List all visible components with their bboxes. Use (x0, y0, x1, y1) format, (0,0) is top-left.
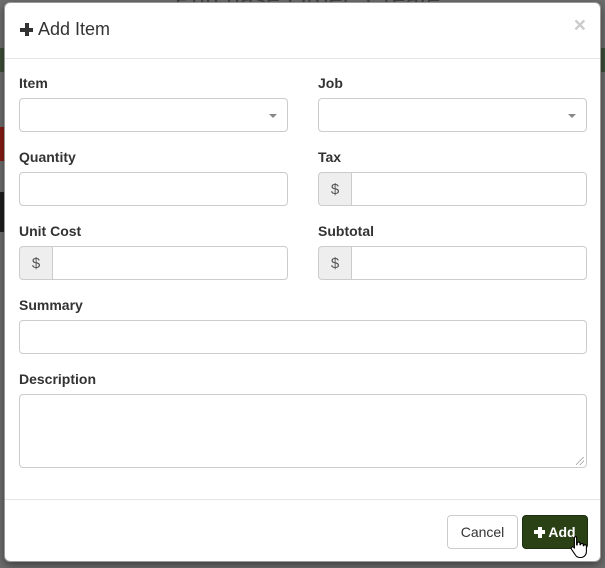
unit-cost-input-group: $ (19, 246, 288, 280)
modal-title-text: Add Item (38, 19, 111, 39)
subtotal-input-group: $ (318, 246, 587, 280)
subtotal-label: Subtotal (318, 223, 374, 239)
description-label: Description (19, 371, 97, 387)
hand-pointer-icon (570, 535, 587, 559)
job-label: Job (318, 75, 343, 91)
tax-input-group: $ (318, 172, 587, 206)
unit-cost-label: Unit Cost (19, 223, 82, 239)
subtotal-input[interactable] (351, 246, 587, 280)
resize-handle[interactable] (576, 457, 584, 465)
description-textarea[interactable] (19, 394, 587, 468)
item-select[interactable] (19, 98, 288, 132)
add-item-modal: Add Item × Item Job Quantity Tax $ Unit … (4, 2, 601, 562)
modal-header: Add Item × (5, 3, 600, 59)
cancel-button[interactable]: Cancel (447, 515, 518, 549)
modal-footer: Cancel Add (5, 499, 600, 562)
tax-input[interactable] (351, 172, 587, 206)
chevron-down-icon (568, 114, 576, 118)
close-icon[interactable]: × (574, 15, 586, 36)
item-label: Item (19, 75, 48, 91)
job-select[interactable] (318, 98, 587, 132)
plus-icon (534, 526, 546, 538)
chevron-down-icon (269, 114, 277, 118)
modal-title: Add Item (20, 19, 110, 40)
summary-input[interactable] (19, 320, 587, 354)
unit-cost-input[interactable] (52, 246, 288, 280)
dollar-addon: $ (19, 246, 52, 280)
tax-label: Tax (318, 149, 342, 165)
quantity-input[interactable] (19, 172, 288, 206)
quantity-label: Quantity (19, 149, 76, 165)
summary-label: Summary (19, 297, 83, 313)
plus-icon (20, 23, 33, 36)
dollar-addon: $ (318, 246, 351, 280)
dollar-addon: $ (318, 172, 351, 206)
